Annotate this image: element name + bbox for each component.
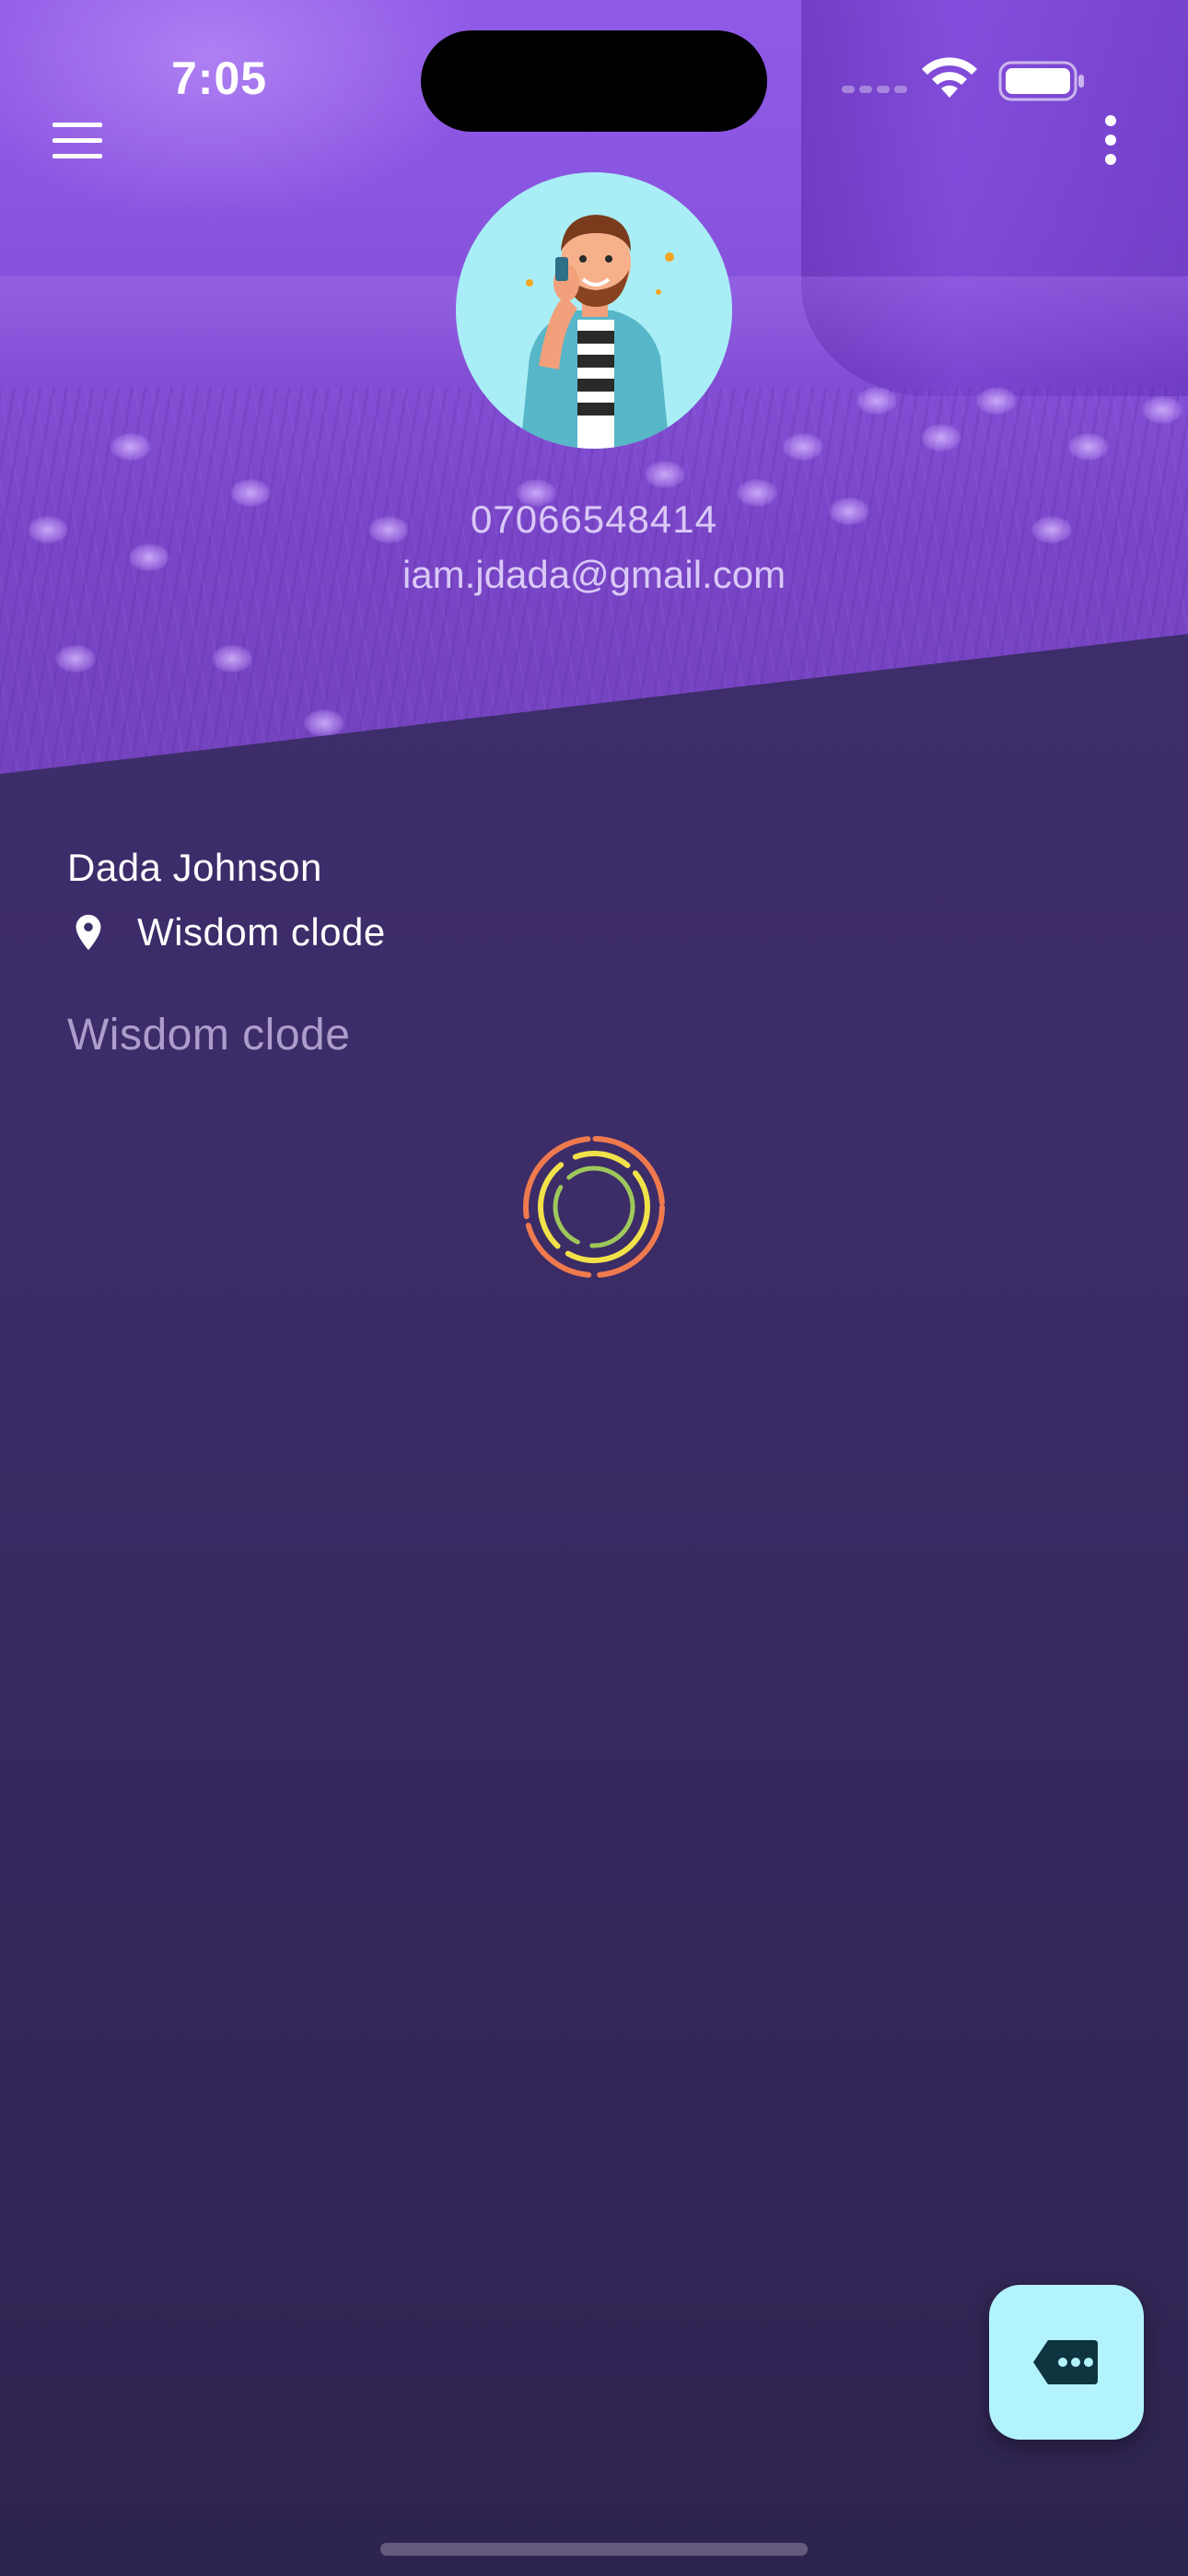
phone-number: 07066548414 [471,498,717,541]
avatar[interactable] [456,172,732,449]
flower [1068,433,1109,461]
illustrated-man-avatar [520,215,674,449]
battery-icon [998,61,1084,101]
profile-screen: 7:05 07066548414 iam.jdada@gmail.com Dad… [0,0,1188,2576]
flower [783,433,823,461]
more-vertical-icon [1105,115,1116,126]
location-text: Wisdom clode [137,910,386,954]
home-indicator[interactable] [380,2543,808,2556]
wifi-icon [922,57,977,98]
flower [55,645,96,673]
flower [856,387,897,415]
flower [1142,396,1182,424]
chat-fab-button[interactable] [989,2285,1144,2440]
loading-spinner [523,1136,665,1278]
flower [304,709,344,737]
email-address: iam.jdada@gmail.com [402,553,786,596]
status-time: 7:05 [171,53,268,104]
menu-button[interactable] [44,111,111,170]
location-row: Wisdom clode [67,910,386,954]
more-options-button[interactable] [1092,109,1129,171]
profile-name: Dada Johnson [67,846,322,889]
hamburger-menu-icon [52,122,102,127]
flower [111,433,151,461]
flower [645,461,685,488]
dynamic-island [421,30,767,132]
cellular-signal-icon [842,86,907,93]
flower [212,645,252,673]
bio-text: Wisdom clode [67,1011,351,1060]
location-pin-icon [76,914,101,951]
flower [921,424,961,451]
flower [976,387,1017,415]
chat-bubble-icon [1033,2340,1098,2384]
